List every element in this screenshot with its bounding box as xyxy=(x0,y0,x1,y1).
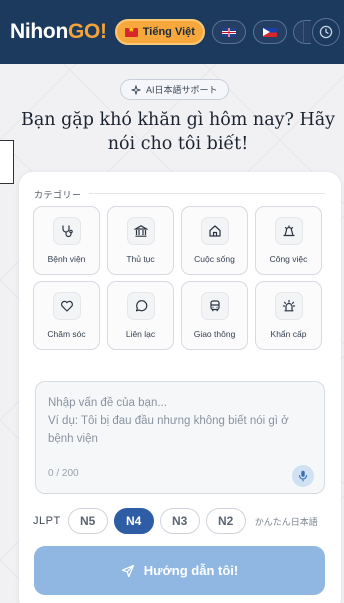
jlpt-option-n4[interactable]: N4 xyxy=(113,508,154,534)
jlpt-option-n3[interactable]: N3 xyxy=(159,508,200,534)
guide-me-button[interactable]: Hướng dẫn tôi! xyxy=(34,546,325,595)
placeholder-line-2: Ví dụ: Tôi bị đau đầu nhưng không biết n… xyxy=(48,415,289,445)
guide-me-label: Hướng dẫn tôi! xyxy=(143,563,239,578)
category-section-title: カテゴリー xyxy=(34,190,82,200)
home-icon xyxy=(200,217,229,245)
heart-icon xyxy=(52,292,81,320)
category-transport[interactable]: Giao thông xyxy=(181,281,248,350)
category-label: Công việc xyxy=(269,254,308,264)
bus-icon xyxy=(200,292,229,320)
language-selected-vietnamese[interactable]: Tiếng Việt xyxy=(114,19,205,45)
problem-textarea[interactable]: Nhập vấn đề của bạn... Ví dụ: Tôi bị đau… xyxy=(35,381,325,494)
category-work[interactable]: Công việc xyxy=(255,206,322,275)
language-option-english[interactable] xyxy=(211,20,246,44)
ai-support-badge: AI日本語サポート xyxy=(120,79,229,100)
vietnam-flag-icon xyxy=(124,25,138,37)
category-label: Thủ tục xyxy=(126,254,155,264)
easy-japanese-option[interactable]: かんたん日本語 xyxy=(255,515,318,528)
category-daily-life[interactable]: Cuộc sống xyxy=(181,206,248,275)
request-card: カテゴリー Bệnh viện Thủ tục Cuộc sống Công v… xyxy=(19,172,341,603)
character-counter: 0 / 200 xyxy=(48,468,79,479)
ai-badge-label: AI日本語サポート xyxy=(146,85,218,95)
language-option-more[interactable] xyxy=(292,20,311,44)
category-procedures[interactable]: Thủ tục xyxy=(107,206,174,275)
send-icon xyxy=(121,564,134,577)
app-logo[interactable]: NihonGO! xyxy=(10,20,107,44)
jlpt-option-n2[interactable]: N2 xyxy=(205,508,246,534)
category-contact[interactable]: Liên lạc xyxy=(107,281,174,350)
jlpt-label: JLPT xyxy=(33,515,61,527)
category-label: Khẩn cấp xyxy=(270,329,307,339)
language-option-filipino[interactable] xyxy=(252,20,287,44)
app-header: NihonGO! Tiếng Việt xyxy=(0,0,344,64)
header-divider xyxy=(303,20,304,44)
sparkle-icon xyxy=(131,84,141,95)
category-care[interactable]: Chăm sóc xyxy=(33,281,100,350)
category-label: Bệnh viện xyxy=(47,254,86,264)
category-hospital[interactable]: Bệnh viện xyxy=(33,206,100,275)
voice-input-button[interactable] xyxy=(292,465,314,487)
briefcase-icon xyxy=(274,217,303,245)
category-grid: Bệnh viện Thủ tục Cuộc sống Công việc Ch… xyxy=(33,206,322,350)
chat-bubble-icon xyxy=(126,292,155,320)
category-label: Chăm sóc xyxy=(47,329,86,339)
uk-flag-icon xyxy=(221,27,236,37)
category-emergency[interactable]: Khẩn cấp xyxy=(255,281,322,350)
page-headline: Bạn gặp khó khăn gì hôm nay? Hãy nói cho… xyxy=(20,110,336,154)
stethoscope-icon xyxy=(52,217,81,245)
category-label: Giao thông xyxy=(193,329,236,339)
language-label: Tiếng Việt xyxy=(142,26,195,38)
siren-icon xyxy=(274,292,303,320)
category-divider xyxy=(89,193,325,194)
side-drawer-handle[interactable] xyxy=(0,140,14,184)
clock-icon xyxy=(319,25,333,39)
jlpt-option-n5[interactable]: N5 xyxy=(67,508,108,534)
placeholder-line-1: Nhập vấn đề của bạn... xyxy=(48,397,167,409)
microphone-icon xyxy=(298,470,308,482)
category-label: Cuộc sống xyxy=(194,254,235,264)
jlpt-level-selector: JLPT N5 N4 N3 N2 かんたん日本語 xyxy=(33,508,318,534)
bank-icon xyxy=(126,217,155,245)
category-label: Liên lạc xyxy=(125,329,156,339)
philippines-flag-icon xyxy=(262,27,277,37)
history-button[interactable] xyxy=(312,18,340,46)
